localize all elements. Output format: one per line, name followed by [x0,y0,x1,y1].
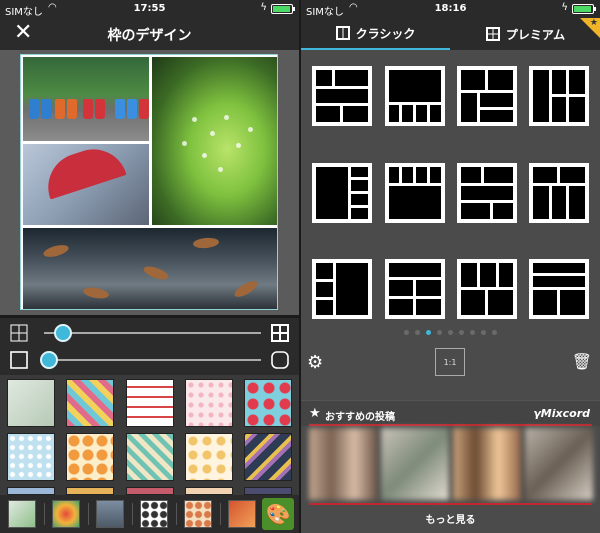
photo-boots[interactable] [23,57,149,141]
tab-classic[interactable]: クラシック [301,18,450,50]
category-thumb[interactable] [96,500,124,528]
tab-bar: クラシック プレミアム ★ [301,18,600,50]
featured-posts [301,428,600,500]
battery-icon [271,4,295,14]
pattern-tile[interactable] [185,487,233,495]
category-thumb[interactable] [52,500,80,528]
clock: 18:16 [434,3,467,14]
category-thumb[interactable] [228,500,256,528]
pattern-grid [0,375,299,495]
title-bar: ✕ 枠のデザイン [0,18,299,50]
page-dot[interactable] [437,330,442,335]
page-indicator [301,330,600,338]
featured-header: ★ おすすめの投稿 γMixcord [301,400,600,426]
category-thumb[interactable] [184,500,212,528]
layout-option[interactable] [312,259,372,319]
featured-post[interactable] [309,428,377,500]
page-title: 枠のデザイン [107,28,192,44]
pattern-category-strip: 🎨 [0,495,299,533]
rounded-square-icon [271,351,289,369]
spacing-slider-row [0,318,299,348]
photo-puddle[interactable] [23,228,277,309]
spacing-slider-track[interactable] [44,332,261,334]
layout-option[interactable] [385,163,445,223]
pattern-tile[interactable] [7,433,55,481]
page-dot[interactable] [415,330,420,335]
divider [309,424,592,426]
layout-option[interactable] [457,259,517,319]
pattern-tile[interactable] [126,379,174,427]
pattern-tile[interactable] [66,379,114,427]
grid-large-icon [271,324,289,342]
spacing-slider-knob[interactable] [54,324,72,342]
pattern-tile[interactable] [244,379,292,427]
page-dot[interactable] [470,330,475,335]
featured-title: おすすめの投稿 [325,412,395,423]
pattern-tile[interactable] [126,487,174,495]
corner-slider-track[interactable] [44,359,261,361]
charging-icon: ϟ [561,2,568,13]
palette-icon[interactable]: 🎨 [262,498,294,530]
star-icon: ★ [309,406,321,421]
layout-icon [335,26,350,40]
layout-option[interactable] [529,163,589,223]
tab-premium[interactable]: プレミアム [451,18,600,50]
corner-slider-row [0,345,299,375]
layout-option[interactable] [312,66,372,126]
pattern-tile[interactable] [7,487,55,495]
corner-slider-knob[interactable] [40,351,58,369]
status-bar: SIMなし ◠ 17:55 ϟ [0,0,299,18]
pattern-tile[interactable] [7,379,55,427]
page-dot[interactable] [492,330,497,335]
page-dot[interactable] [481,330,486,335]
layout-option[interactable] [385,66,445,126]
layout-option[interactable] [529,66,589,126]
gear-icon[interactable]: ⚙ [307,352,323,373]
tab-premium-label: プレミアム [505,27,566,42]
page-dot[interactable] [404,330,409,335]
tab-classic-label: クラシック [355,26,416,41]
pattern-tile[interactable] [185,379,233,427]
collage-frame[interactable] [20,54,278,310]
layout-option[interactable] [529,259,589,319]
page-dot[interactable] [448,330,453,335]
pattern-tile[interactable] [66,433,114,481]
page-dot[interactable] [426,330,431,335]
aspect-ratio-label: 1:1 [443,357,457,367]
pattern-tile[interactable] [126,433,174,481]
status-bar: SIMなし ◠ 18:16 ϟ [301,0,600,18]
see-more-button[interactable]: もっと見る [301,511,600,526]
grid-small-icon [10,324,28,342]
layout-option[interactable] [457,66,517,126]
brand-logo[interactable]: γMixcord [533,407,590,420]
pattern-tile[interactable] [244,487,292,495]
battery-icon [572,4,596,14]
right-screen: SIMなし ◠ 18:16 ϟ クラシック プレミアム ★ ⚙ 1:1 🗑 ★ … [301,0,600,533]
trash-icon[interactable]: 🗑 [572,352,592,371]
collage-preview-area [0,50,299,315]
grid-icon [485,27,500,41]
charging-icon: ϟ [260,2,267,13]
photo-leaf[interactable] [152,57,277,225]
clock: 17:55 [133,3,166,14]
layout-option[interactable] [312,163,372,223]
left-screen: SIMなし ◠ 17:55 ϟ ✕ 枠のデザイン 🎨 [0,0,299,533]
layout-option[interactable] [457,163,517,223]
square-icon [10,351,28,369]
photo-umbrella[interactable] [23,144,149,225]
page-dot[interactable] [459,330,464,335]
category-thumb[interactable] [8,500,36,528]
aspect-ratio-button[interactable]: 1:1 [435,348,465,376]
pattern-tile[interactable] [185,433,233,481]
layout-option[interactable] [385,259,445,319]
featured-post[interactable] [525,428,593,500]
divider [309,503,592,505]
star-icon: ★ [589,18,598,28]
pattern-tile[interactable] [66,487,114,495]
featured-post[interactable] [453,428,521,500]
category-thumb[interactable] [140,500,168,528]
featured-post[interactable] [381,428,449,500]
pattern-tile[interactable] [244,433,292,481]
